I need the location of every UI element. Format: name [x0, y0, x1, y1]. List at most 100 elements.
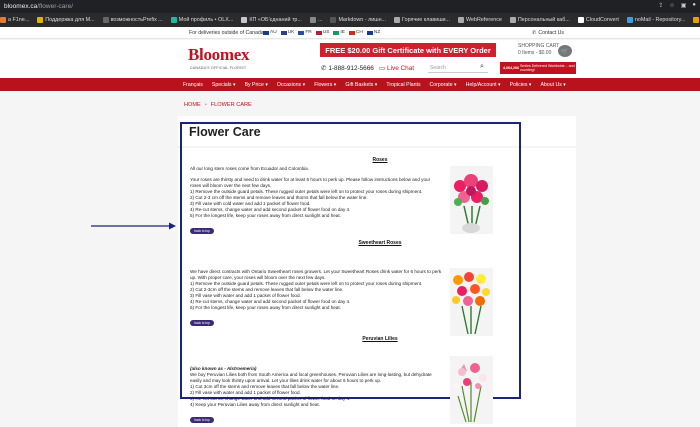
country-flag-link[interactable]: US: [315, 30, 329, 35]
logo[interactable]: Bloomex: [188, 45, 249, 65]
share-icon[interactable]: ⇪: [658, 2, 663, 9]
star-icon[interactable]: ☆: [669, 2, 674, 9]
bookmark-item[interactable]: Мой профиль • OLX...: [170, 17, 234, 23]
search-icon[interactable]: ⌕: [480, 63, 484, 71]
phone-icon: ✆: [532, 30, 537, 36]
bookmark-label: Персональный каб...: [517, 17, 570, 23]
smiles-count: 4,064,266: [503, 66, 519, 70]
nav-item[interactable]: Français: [183, 82, 203, 88]
bookmark-favicon-icon: [394, 17, 401, 23]
bookmark-favicon-icon: [102, 17, 109, 23]
bookmark-label: возможностьPrefix ...: [110, 17, 163, 23]
contact-label: Contact Us: [538, 30, 565, 36]
bookmark-item[interactable]: КП «ОБ'єднаний тр...: [241, 17, 302, 23]
roses-photo: [450, 166, 493, 234]
nav-item[interactable]: Specials ▾: [212, 82, 236, 88]
bookmark-favicon-icon: [309, 17, 316, 23]
flag-icon: [298, 30, 305, 35]
bookmark-label: CloudConvert: [585, 17, 619, 23]
nav-item[interactable]: Corporate ▾: [430, 82, 457, 88]
smiles-text: Smiles Delivered Worldwide... and counti…: [520, 64, 575, 72]
back-to-top-button[interactable]: back to top: [190, 417, 214, 423]
top-info-bar: For deliveries outside of Canada: AU UK FR…: [0, 27, 700, 39]
country-flag-link[interactable]: CH: [348, 30, 363, 35]
delivery-text: For deliveries outside of Canada:: [189, 30, 266, 36]
search-input[interactable]: Search: [428, 63, 488, 73]
main-nav: Français Specials ▾ By Price ▾ Occasions ▾ F…: [0, 78, 700, 91]
phone-number[interactable]: ✆ 1-888-912-5666: [321, 64, 374, 73]
breadcrumb-home[interactable]: HOME: [184, 102, 201, 108]
extensions-icon[interactable]: ▣: [681, 2, 687, 9]
breadcrumb-separator: •: [204, 102, 207, 108]
country-flag-link[interactable]: IE: [333, 30, 345, 35]
bookmark-item[interactable]: ...: [309, 17, 323, 23]
nav-item[interactable]: Policies ▾: [510, 82, 532, 88]
bookmark-item[interactable]: Поддержка для М...: [37, 17, 95, 23]
bookmark-item[interactable]: Markdown - лишн...: [330, 17, 386, 23]
bookmark-item[interactable]: a F1ne...: [0, 17, 29, 23]
nav-item[interactable]: About Us ▾: [541, 82, 566, 88]
phone-label: 1-888-912-5666: [328, 64, 374, 72]
flag-icon: [333, 30, 340, 35]
bookmark-favicon-icon: [577, 17, 584, 23]
url-path: /flower-care/: [37, 3, 74, 10]
bookmark-item[interactable]: Font2Web - Your O...: [693, 17, 700, 23]
country-code: IE: [340, 30, 345, 35]
bookmark-label: ...: [317, 17, 323, 23]
breadcrumb-current: FLOWER CARE: [210, 102, 252, 108]
live-chat-link[interactable]: ▭ Live Chat: [379, 64, 415, 73]
browser-url-bar[interactable]: bloomex.ca/flower-care/ ⇪ ☆ ▣ ●: [0, 0, 700, 13]
bookmark-label: Мой профиль • OLX...: [178, 17, 234, 23]
bookmark-label: WebReference: [466, 17, 502, 23]
nav-item[interactable]: Gift Baskets ▾: [345, 82, 377, 88]
bookmark-favicon-icon: [0, 17, 6, 23]
country-code: FR: [305, 30, 312, 35]
country-code: AU: [270, 30, 277, 35]
sweetheart-line: We have direct contracts with Ontario Sw…: [190, 269, 442, 280]
bookmark-item[interactable]: WebReference: [458, 17, 502, 23]
sweetheart-text: We have direct contracts with Ontario Sw…: [190, 269, 442, 311]
country-flag-link[interactable]: FR: [298, 30, 312, 35]
nav-item[interactable]: Flowers ▾: [314, 82, 336, 88]
bookmark-favicon-icon: [509, 17, 516, 23]
lilies-line: 4) Keep your Peruvian Lilies away from d…: [190, 402, 320, 407]
bookmark-favicon-icon: [458, 17, 465, 23]
nav-item[interactable]: Occasions ▾: [277, 82, 305, 88]
country-flag-link[interactable]: AU: [263, 30, 277, 35]
roses-title: Roses: [372, 157, 388, 163]
bookmark-item[interactable]: noMail - Repository...: [626, 17, 685, 23]
contact-link[interactable]: ✆ Contact Us: [532, 30, 564, 36]
nav-item[interactable]: Tropical Plants: [386, 82, 420, 88]
chat-icon: ▭: [379, 65, 386, 72]
country-flag-link[interactable]: UK: [280, 30, 294, 35]
bookmark-item[interactable]: CloudConvert: [577, 17, 619, 23]
shopping-cart[interactable]: SHOPPING CART 0 Items - $0.00: [518, 43, 559, 57]
flag-icon: [280, 30, 287, 35]
cart-icon[interactable]: 🛒: [558, 45, 572, 57]
bookmark-label: Горячие клавиши...: [402, 17, 451, 23]
sweetheart-line: 5) For the longest life, keep your roses…: [190, 305, 341, 310]
live-chat-label: Live Chat: [387, 64, 415, 72]
bookmark-item[interactable]: Горячие клавиши...: [394, 17, 450, 23]
bookmark-favicon-icon: [330, 17, 337, 23]
nav-item[interactable]: By Price ▾: [245, 82, 268, 88]
profile-icon[interactable]: ●: [692, 2, 696, 9]
bookmark-favicon-icon: [693, 17, 700, 23]
sweetheart-roses-photo: [450, 268, 493, 336]
country-flag-link[interactable]: NZ: [366, 30, 380, 35]
address-field[interactable]: bloomex.ca/flower-care/: [4, 3, 73, 10]
country-flags: AU UK FR US IE CH NZ: [263, 30, 380, 35]
bookmark-item[interactable]: возможностьPrefix ...: [102, 17, 163, 23]
promo-banner[interactable]: FREE $20.00 Gift Certificate with EVERY …: [320, 43, 496, 57]
bookmark-label: a F1ne...: [8, 17, 30, 23]
bookmark-label: Поддержка для М...: [45, 17, 95, 23]
roses-text: All our long stem roses come from Ecuado…: [190, 166, 442, 219]
breadcrumb: HOME • FLOWER CARE: [184, 102, 252, 108]
url-host: bloomex.ca: [4, 3, 38, 10]
nav-item[interactable]: Help/Account ▾: [466, 82, 501, 88]
site-header: Bloomex CANADA'S OFFICIAL FLORIST FREE $…: [0, 40, 700, 78]
back-to-top-button[interactable]: back to top: [190, 320, 214, 326]
flag-icon: [366, 30, 373, 35]
bookmark-item[interactable]: Персональный каб...: [509, 17, 570, 23]
back-to-top-button[interactable]: back to top: [190, 228, 214, 234]
